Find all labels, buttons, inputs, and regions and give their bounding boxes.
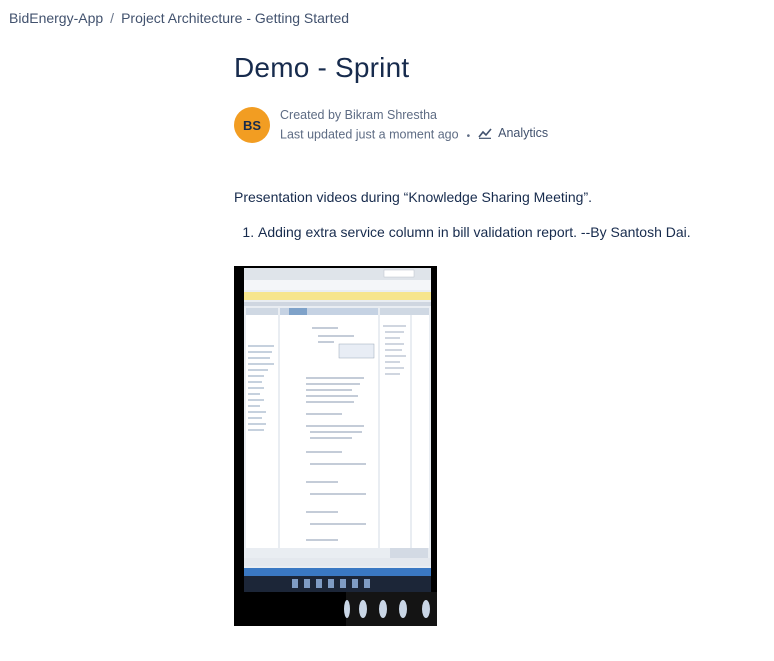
breadcrumb-separator: /	[110, 10, 115, 26]
separator-dot: •	[466, 130, 471, 142]
last-updated-text: Last updated just a moment ago	[280, 127, 459, 142]
page-byline: Created by Bikram Shrestha Last updated …	[280, 106, 548, 146]
embedded-screenshot[interactable]	[234, 266, 437, 626]
analytics-icon	[478, 127, 492, 139]
page-title: Demo - Sprint	[234, 52, 410, 83]
created-by-text: Created by Bikram Shrestha	[280, 108, 438, 122]
avatar[interactable]: BS	[234, 107, 270, 143]
last-updated-row: Last updated just a moment ago • Analytics	[280, 124, 548, 146]
page-content: Presentation videos during “Knowledge Sh…	[234, 187, 754, 242]
screenshot-image	[234, 266, 437, 626]
breadcrumb-parent-link[interactable]: Project Architecture - Getting Started	[121, 10, 349, 26]
breadcrumb-space-link[interactable]: BidEnergy-App	[9, 10, 103, 26]
breadcrumb: BidEnergy-App / Project Architecture - Get…	[9, 10, 349, 26]
analytics-link[interactable]: Analytics	[478, 124, 548, 142]
analytics-label: Analytics	[498, 126, 549, 140]
list-item: Adding extra service column in bill vali…	[258, 222, 754, 242]
numbered-list: Adding extra service column in bill vali…	[234, 222, 754, 242]
avatar-initials: BS	[242, 117, 262, 133]
intro-paragraph: Presentation videos during “Knowledge Sh…	[234, 189, 592, 205]
